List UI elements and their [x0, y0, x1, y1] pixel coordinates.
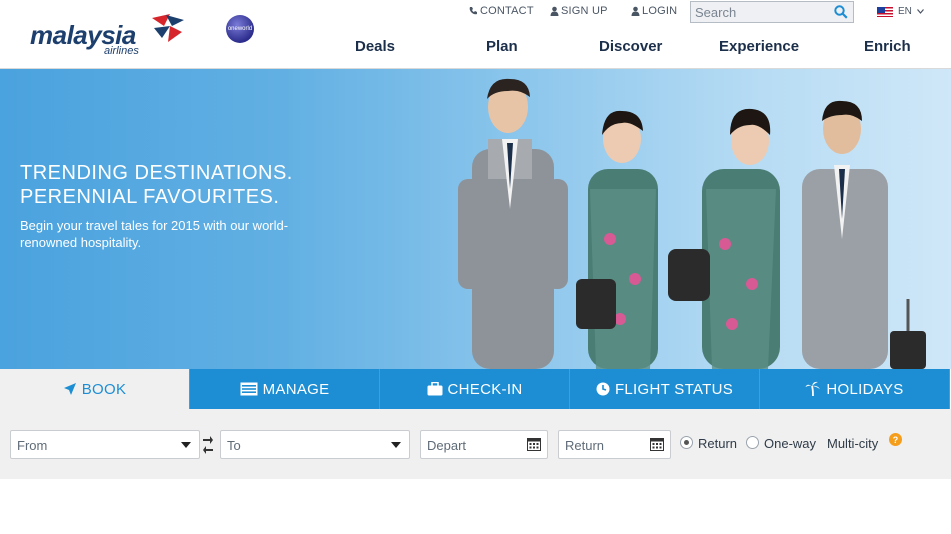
login-link[interactable]: LOGIN [631, 5, 677, 17]
nav-enrich[interactable]: Enrich [864, 38, 911, 55]
kite-logo-icon [152, 14, 184, 42]
briefcase-icon [427, 382, 443, 396]
hero-title-line-1: TRENDING DESTINATIONS. [20, 162, 293, 184]
tab-check-in[interactable]: CHECK-IN [380, 369, 570, 409]
contact-label: CONTACT [480, 5, 534, 17]
contact-link[interactable]: CONTACT [468, 5, 534, 17]
tab-check-in-label: CHECK-IN [447, 380, 523, 398]
oneworld-logo[interactable]: oneworld [226, 15, 254, 43]
to-placeholder: To [227, 438, 241, 453]
tab-flight-status-label: FLIGHT STATUS [614, 380, 734, 398]
return-placeholder: Return [565, 438, 605, 453]
tab-book[interactable]: BOOK [0, 369, 190, 409]
language-label: EN [898, 6, 912, 17]
site-header: malaysia airlines oneworld CONTACT SIGN … [0, 0, 951, 69]
tab-flight-status[interactable]: FLIGHT STATUS [570, 369, 760, 409]
login-label: LOGIN [642, 5, 678, 17]
user-icon [631, 6, 640, 16]
calendar-icon[interactable] [527, 437, 541, 451]
search-box [690, 1, 854, 23]
hero-title-line-2: PERENNIAL FAVOURITES. [20, 186, 280, 208]
tab-holidays[interactable]: HOLIDAYS [760, 369, 950, 409]
user-icon [550, 6, 559, 16]
return-date-field[interactable]: Return [558, 430, 671, 459]
phone-icon [469, 7, 477, 15]
trip-one-way-label[interactable]: One-way [764, 436, 816, 451]
cabin-crew-photo [458, 78, 926, 369]
hero-title: TRENDING DESTINATIONS. PERENNIAL FAVOURI… [20, 161, 420, 209]
tab-manage[interactable]: MANAGE [190, 369, 380, 409]
from-select[interactable]: From [10, 430, 200, 459]
palm-tree-icon [805, 381, 821, 397]
nav-deals[interactable]: Deals [355, 38, 395, 55]
language-selector[interactable]: EN [877, 6, 924, 17]
crew-figure [458, 78, 568, 369]
crew-figure [668, 108, 780, 369]
depart-placeholder: Depart [427, 438, 467, 453]
trip-multi-city-link[interactable]: Multi-city [827, 436, 878, 451]
caret-down-icon [181, 442, 191, 448]
depart-date-field[interactable]: Depart [420, 430, 548, 459]
trip-return-label[interactable]: Return [698, 436, 737, 451]
booking-tabs: BOOK MANAGE CHECK-IN FLIGHT STATUS HOLID… [0, 369, 951, 409]
crew-figure [576, 110, 658, 369]
chevron-down-icon [916, 9, 924, 14]
signup-label: SIGN UP [561, 5, 608, 17]
from-placeholder: From [17, 438, 48, 453]
hero-banner[interactable]: TRENDING DESTINATIONS. PERENNIAL FAVOURI… [0, 69, 951, 369]
nav-plan[interactable]: Plan [486, 38, 518, 55]
page: malaysia airlines oneworld CONTACT SIGN … [0, 0, 951, 534]
signup-link[interactable]: SIGN UP [550, 5, 608, 17]
nav-experience[interactable]: Experience [719, 38, 799, 55]
tab-book-label: BOOK [81, 380, 127, 398]
tab-manage-label: MANAGE [262, 380, 330, 398]
to-select[interactable]: To [220, 430, 410, 459]
swap-arrows-icon[interactable] [202, 432, 214, 456]
hero-subtitle: Begin your travel tales for 2015 with ou… [20, 218, 289, 250]
caret-down-icon [391, 442, 401, 448]
trip-one-way-radio[interactable] [746, 436, 759, 449]
us-flag-icon [877, 6, 893, 17]
oneworld-logo-text: oneworld [227, 26, 253, 32]
logo-subtext: airlines [104, 45, 139, 57]
crew-figure [802, 100, 926, 369]
calendar-icon[interactable] [650, 437, 664, 451]
booking-form: From To Depart Return Return One-way Mul… [0, 409, 951, 479]
search-input[interactable] [695, 4, 825, 20]
tab-holidays-label: HOLIDAYS [826, 380, 904, 398]
help-icon[interactable]: ? [889, 433, 902, 446]
trip-return-radio[interactable] [680, 436, 693, 449]
clock-icon [596, 382, 610, 396]
plane-icon [63, 383, 76, 395]
search-icon[interactable] [834, 5, 848, 19]
malaysia-airlines-logo[interactable]: malaysia airlines [28, 12, 198, 58]
nav-discover[interactable]: Discover [599, 38, 662, 55]
list-icon [240, 382, 258, 396]
